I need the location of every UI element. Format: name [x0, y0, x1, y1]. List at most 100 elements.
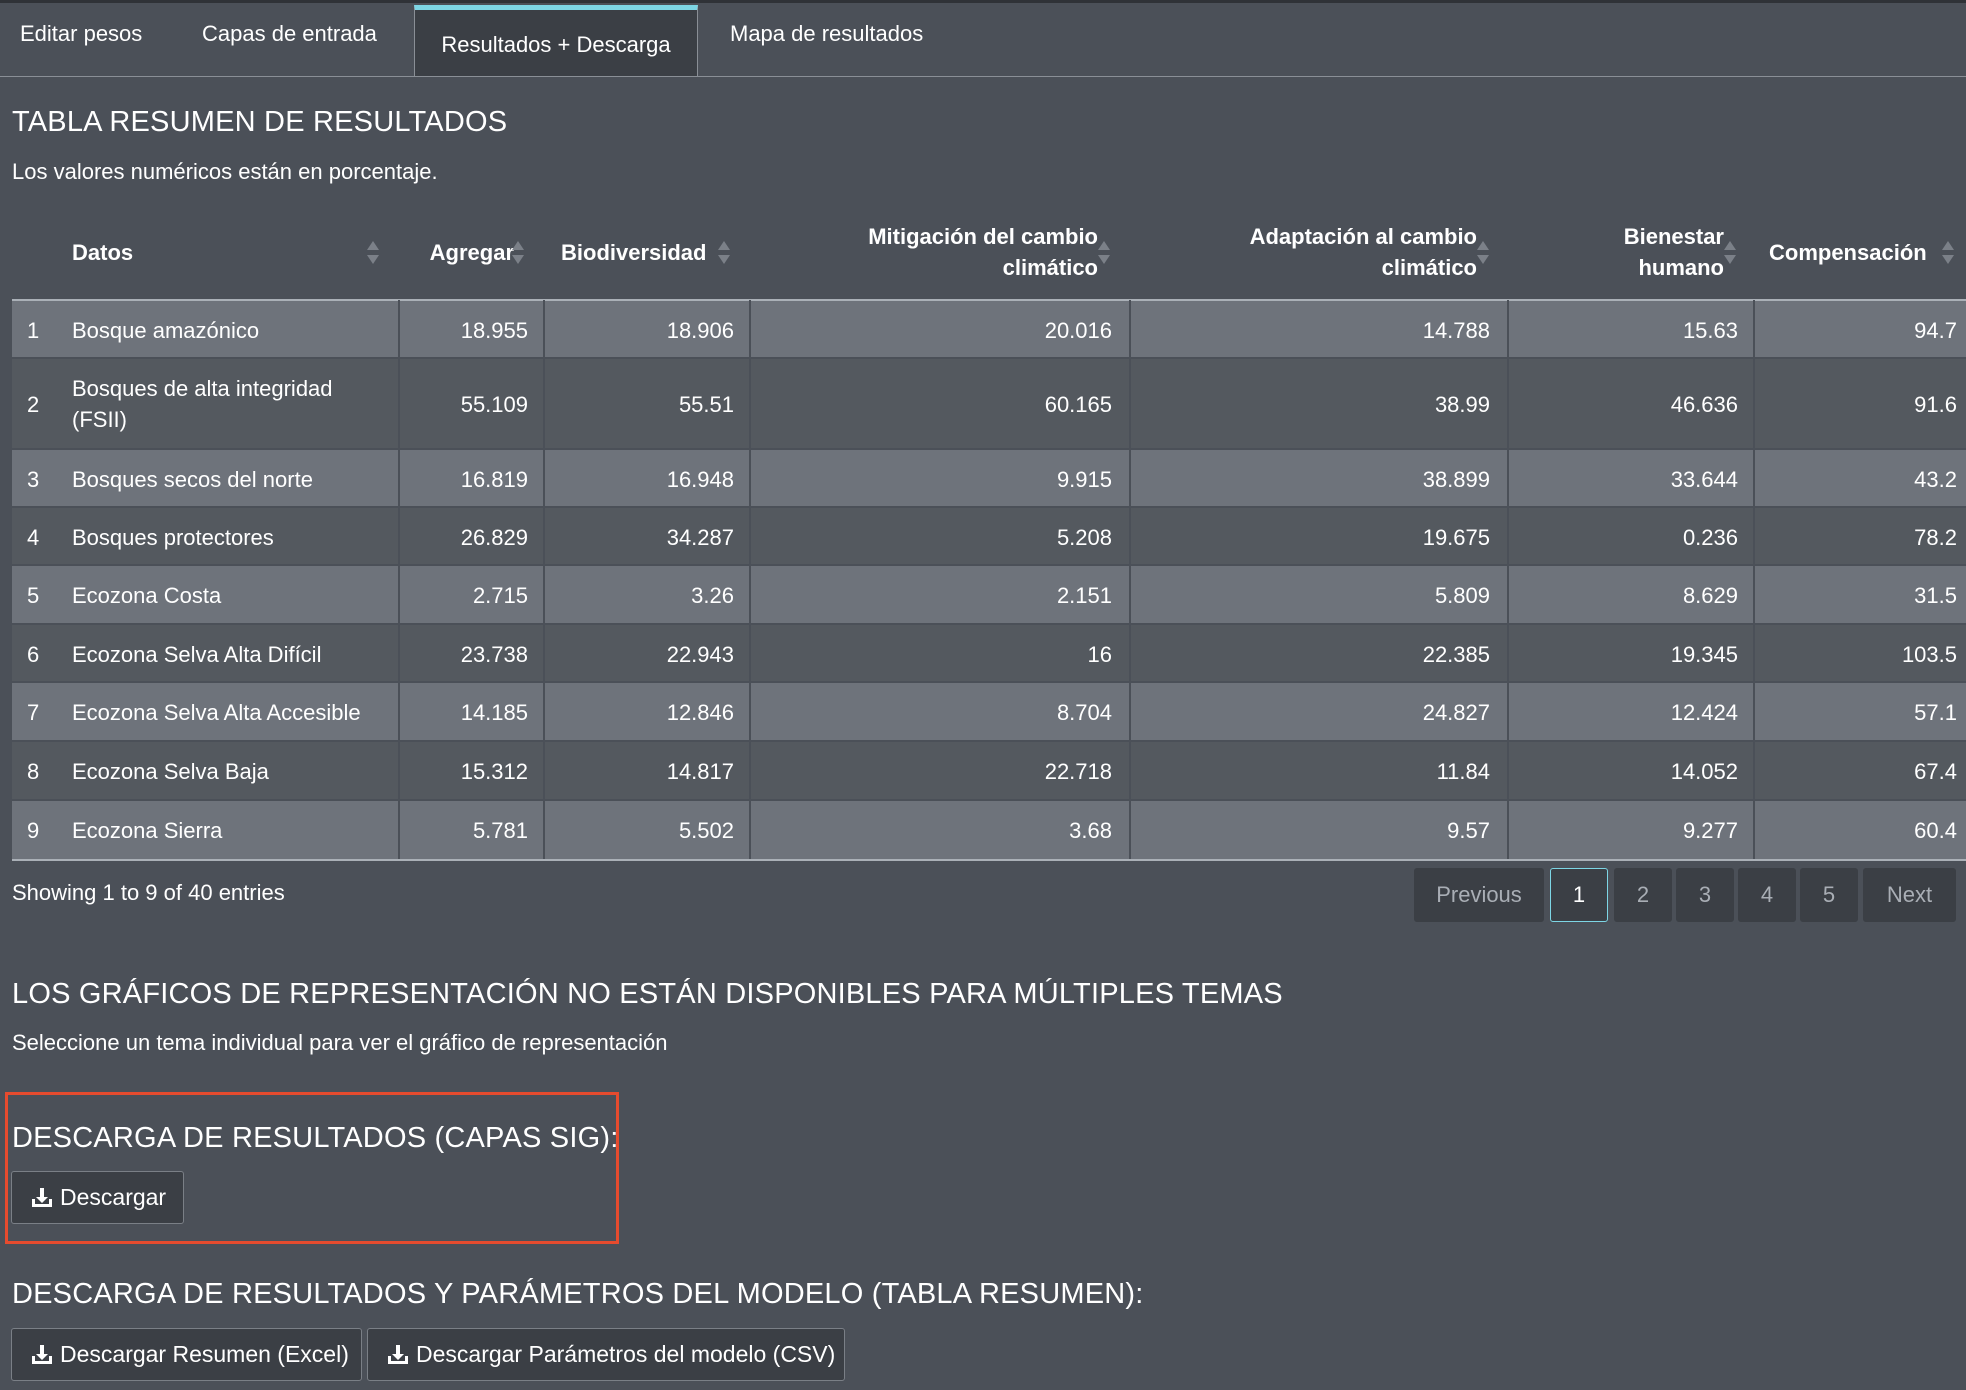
cell-adaptacion: 24.827	[1422, 700, 1490, 725]
cell-bienestar: 9.277	[1682, 818, 1738, 843]
cell-datos: Bosques protectores	[72, 525, 274, 550]
cell-adaptacion: 5.809	[1434, 583, 1490, 608]
page-4-button[interactable]: 4	[1738, 868, 1796, 922]
header-agregar[interactable]: Agregar	[372, 237, 514, 268]
graphs-note: Seleccione un tema individual para ver e…	[12, 1030, 668, 1055]
summary-note: Los valores numéricos están en porcentaj…	[12, 159, 438, 184]
table-bottom-border	[12, 859, 1966, 861]
page-5-button[interactable]: 5	[1800, 868, 1858, 922]
page-3-button[interactable]: 3	[1676, 868, 1734, 922]
cell-compensacion: 57.1	[1914, 700, 1957, 725]
cell-agregar: 55.109	[460, 392, 528, 417]
row-number: 3	[27, 467, 40, 492]
row-number: 4	[27, 525, 40, 550]
row-number: 5	[27, 583, 40, 608]
tab-resultados-descarga[interactable]: Resultados + Descarga	[414, 5, 698, 76]
previous-button[interactable]: Previous	[1414, 868, 1544, 922]
row-number: 6	[27, 642, 40, 667]
table-row[interactable]: 8 Ecozona Selva Baja 15.312 14.817 22.71…	[12, 742, 1966, 801]
row-number: 9	[27, 818, 40, 843]
table-row[interactable]: 3 Bosques secos del norte 16.819 16.948 …	[12, 450, 1966, 508]
cell-biodiversidad: 22.943	[666, 642, 734, 667]
download-icon	[32, 1345, 52, 1364]
tab-editar-pesos[interactable]: Editar pesos	[20, 21, 142, 47]
cell-biodiversidad: 5.502	[678, 818, 734, 843]
cell-agregar: 15.312	[460, 759, 528, 784]
header-biodiversidad[interactable]: Biodiversidad	[561, 237, 706, 268]
cell-bienestar: 12.424	[1670, 700, 1738, 725]
cell-datos: Ecozona Selva Baja	[72, 759, 269, 784]
sort-icon[interactable]	[1098, 238, 1110, 268]
download-gis-button[interactable]: Descargar	[11, 1171, 184, 1224]
cell-agregar: 16.819	[460, 467, 528, 492]
graphs-title: LOS GRÁFICOS DE REPRESENTACIÓN NO ESTÁN …	[12, 978, 1283, 1010]
cell-mitigacion: 8.704	[1056, 700, 1112, 725]
cell-agregar: 26.829	[460, 525, 528, 550]
page-2-button[interactable]: 2	[1614, 868, 1672, 922]
cell-mitigacion: 16	[1087, 642, 1112, 667]
cell-biodiversidad: 3.26	[691, 583, 734, 608]
sort-icon[interactable]	[1724, 238, 1736, 268]
cell-biodiversidad: 18.906	[666, 318, 734, 343]
row-number: 8	[27, 759, 40, 784]
tab-capas-de-entrada[interactable]: Capas de entrada	[202, 21, 377, 47]
cell-datos-line2: (FSII)	[72, 407, 127, 432]
next-button[interactable]: Next	[1863, 868, 1956, 922]
download-icon	[388, 1345, 408, 1364]
download-csv-button[interactable]: Descargar Parámetros del modelo (CSV)	[367, 1328, 845, 1381]
download-excel-label: Descargar Resumen (Excel)	[60, 1341, 349, 1367]
cell-datos: Ecozona Selva Alta Difícil	[72, 642, 322, 667]
table-row[interactable]: 5 Ecozona Costa 2.715 3.26 2.151 5.809 8…	[12, 566, 1966, 625]
cell-compensacion: 103.5	[1901, 642, 1957, 667]
cell-mitigacion: 60.165	[1044, 392, 1112, 417]
download-icon	[32, 1188, 52, 1207]
table-info: Showing 1 to 9 of 40 entries	[12, 880, 285, 905]
header-compensacion[interactable]: Compensación	[1769, 237, 1927, 268]
header-mitigacion-line2: climático	[1002, 255, 1098, 280]
header-mitigacion-line1: Mitigación del cambio	[868, 224, 1098, 249]
sort-icon[interactable]	[718, 238, 730, 268]
tab-mapa-de-resultados[interactable]: Mapa de resultados	[730, 21, 923, 47]
cell-bienestar: 46.636	[1670, 392, 1738, 417]
cell-compensacion: 31.5	[1914, 583, 1957, 608]
cell-adaptacion: 9.57	[1447, 818, 1490, 843]
cell-adaptacion: 11.84	[1436, 759, 1490, 784]
table-row[interactable]: 4 Bosques protectores 26.829 34.287 5.20…	[12, 508, 1966, 566]
table-row[interactable]: 1 Bosque amazónico 18.955 18.906 20.016 …	[12, 301, 1966, 359]
row-number: 1	[27, 318, 40, 343]
header-bienestar-line1: Bienestar	[1623, 224, 1724, 249]
download-excel-button[interactable]: Descargar Resumen (Excel)	[11, 1328, 362, 1381]
cell-datos: Bosques secos del norte	[72, 467, 313, 492]
cell-adaptacion: 22.385	[1422, 642, 1490, 667]
cell-mitigacion: 22.718	[1044, 759, 1112, 784]
sort-icon[interactable]	[1477, 238, 1489, 268]
cell-mitigacion: 2.151	[1056, 583, 1112, 608]
header-datos[interactable]: Datos	[72, 237, 133, 268]
cell-bienestar: 19.345	[1670, 642, 1738, 667]
table-row[interactable]: 7 Ecozona Selva Alta Accesible 14.185 12…	[12, 683, 1966, 742]
table-row[interactable]: 6 Ecozona Selva Alta Difícil 23.738 22.9…	[12, 625, 1966, 683]
cell-agregar: 23.738	[460, 642, 528, 667]
cell-biodiversidad: 14.817	[666, 759, 734, 784]
cell-adaptacion: 14.788	[1422, 318, 1490, 343]
pagination: Previous 1 2 3 4 5 Next	[1414, 868, 1956, 922]
cell-bienestar: 8.629	[1682, 583, 1738, 608]
cell-compensacion: 60.4	[1914, 818, 1957, 843]
cell-bienestar: 14.052	[1670, 759, 1738, 784]
cell-agregar: 2.715	[472, 583, 528, 608]
cell-datos: Ecozona Costa	[72, 583, 222, 608]
cell-biodiversidad: 16.948	[666, 467, 734, 492]
sort-icon[interactable]	[1942, 238, 1954, 268]
table-row[interactable]: 9 Ecozona Sierra 5.781 5.502 3.68 9.57 9…	[12, 801, 1966, 859]
download-gis-label: Descargar	[60, 1184, 167, 1210]
page-1-button[interactable]: 1	[1550, 868, 1608, 922]
summary-title: TABLA RESUMEN DE RESULTADOS	[12, 106, 508, 138]
table-header: Datos Agregar Biodiversidad Mitigación d…	[12, 208, 1966, 301]
cell-bienestar: 33.644	[1670, 467, 1738, 492]
cell-datos: Bosque amazónico	[72, 318, 260, 343]
cell-bienestar: 0.236	[1682, 525, 1738, 550]
sort-icon[interactable]	[512, 238, 524, 268]
header-adaptacion-line1: Adaptación al cambio	[1249, 224, 1477, 249]
table-row[interactable]: 2 Bosques de alta integridad (FSII) 55.1…	[12, 359, 1966, 450]
cell-biodiversidad: 12.846	[666, 700, 734, 725]
